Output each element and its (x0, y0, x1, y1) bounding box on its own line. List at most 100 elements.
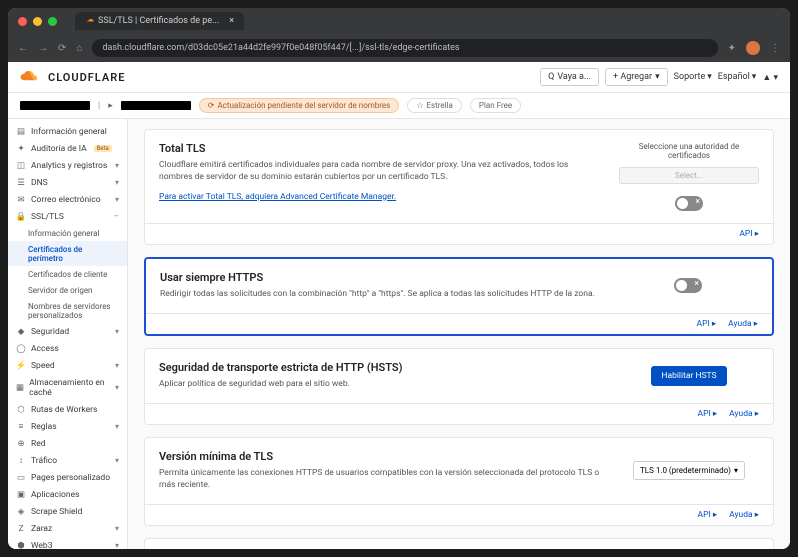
sidebar-item-workers[interactable]: ⬡ Rutas de Workers (8, 401, 127, 418)
sidebar-item-label: Access (31, 344, 59, 354)
plan-pill: Plan Free (470, 98, 521, 113)
profile-avatar[interactable] (746, 41, 760, 55)
extensions-icon[interactable]: ✦ (728, 43, 736, 54)
api-link[interactable]: API ▸ (698, 510, 718, 520)
sidebar-item-apps[interactable]: ▣Aplicaciones (8, 486, 127, 503)
star-button[interactable]: ☆ Estrella (407, 98, 462, 113)
info-icon: ▤ (16, 127, 26, 137)
sidebar-item-zaraz[interactable]: ZZaraz▾ (8, 520, 127, 537)
total-tls-toggle[interactable]: × (675, 196, 703, 211)
maximize-window[interactable] (48, 17, 57, 26)
card-total-tls: Total TLS Cloudflare emitirá certificado… (144, 129, 774, 245)
always-https-toggle[interactable]: × (674, 278, 702, 293)
sidebar-item-label: SSL/TLS (31, 212, 64, 222)
card-opportunistic: Cifrado oportunista El cifrado oportunis… (144, 538, 774, 549)
close-tab-icon[interactable]: × (229, 16, 234, 26)
min-tls-select[interactable]: TLS 1.0 (predeterminado) ▾ (633, 461, 745, 480)
cloud-icon (20, 70, 42, 84)
traffic-icon: ↕ (16, 456, 26, 466)
cert-authority-select[interactable]: Select... (619, 167, 759, 184)
enable-hsts-button[interactable]: Habilitar HSTS (651, 366, 726, 386)
cloudflare-favicon (85, 17, 94, 26)
sidebar-item-traffic[interactable]: ↕Tráfico▾ (8, 452, 127, 469)
sidebar-item-info[interactable]: ▤ Información general (8, 123, 127, 140)
card-hsts: Seguridad de transporte estricta de HTTP… (144, 348, 774, 425)
sidebar-item-access[interactable]: ◯ Access (8, 340, 127, 357)
close-window[interactable] (18, 17, 27, 26)
sidebar-item-label: Reglas (31, 422, 57, 432)
card-title: Versión mínima de TLS (159, 450, 603, 463)
sidebar-item-pages[interactable]: ▭Pages personalizado (8, 469, 127, 486)
sidebar-item-cache[interactable]: ▦Almacenamiento en caché▾ (8, 374, 127, 401)
acm-link[interactable]: Para activar Total TLS, adquiera Advance… (159, 192, 396, 202)
help-link[interactable]: Ayuda ▸ (728, 319, 758, 329)
sidebar-sub-item[interactable]: Información general (8, 225, 127, 241)
pages-icon: ▭ (16, 473, 26, 483)
zaraz-icon: Z (16, 524, 26, 534)
card-title: Total TLS (159, 142, 603, 155)
forward-icon[interactable]: → (38, 43, 48, 54)
sidebar-item-shield[interactable]: ◆Seguridad▾ (8, 323, 127, 340)
breadcrumb: | ▸ ⟳ Actualización pendiente del servid… (8, 93, 790, 119)
goto-button[interactable]: QVaya a... (540, 68, 599, 86)
sidebar-item-label: Analytics y registros (31, 161, 107, 171)
sidebar-item-label: Tráfico (31, 456, 57, 466)
sidebar-item-label: Rutas de Workers (31, 405, 97, 415)
sidebar-sub-item[interactable]: Nombres de servidores personalizados (8, 298, 127, 323)
mail-icon: ✉ (16, 195, 26, 205)
cloudflare-logo[interactable]: CLOUDFLARE (20, 70, 125, 84)
api-link[interactable]: API ▸ (739, 229, 759, 239)
sidebar-sub-item[interactable]: Certificados de cliente (8, 266, 127, 282)
sidebar-item-ai[interactable]: ✦Auditoría de IABeta (8, 140, 127, 157)
user-menu[interactable]: ▲ ▾ (762, 72, 778, 83)
sidebar-item-lock[interactable]: 🔒SSL/TLS– (8, 208, 127, 225)
sidebar-item-mail[interactable]: ✉Correo electrónico▾ (8, 191, 127, 208)
speed-icon: ⚡ (16, 361, 26, 371)
sidebar-item-web3[interactable]: ⬢Web3▾ (8, 537, 127, 549)
reload-icon[interactable]: ⟳ (58, 43, 66, 54)
menu-icon[interactable]: ⋮ (770, 43, 780, 54)
sidebar-item-dns[interactable]: ☰DNS▾ (8, 174, 127, 191)
card-desc: Cloudflare emitirá certificados individu… (159, 160, 603, 184)
content-area: Total TLS Cloudflare emitirá certificado… (128, 119, 790, 549)
add-button[interactable]: + Agregar▾ (605, 68, 668, 86)
support-link[interactable]: Soporte▾ (674, 72, 712, 82)
cert-authority-label: Seleccione una autoridad de certificados (619, 142, 759, 160)
language-link[interactable]: Español▾ (718, 72, 757, 82)
sidebar-item-label: Zaraz (31, 524, 52, 534)
sidebar-sub-item[interactable]: Servidor de origen (8, 282, 127, 298)
card-desc: Redirigir todas las solicitudes con la c… (160, 289, 602, 301)
api-link[interactable]: API ▸ (697, 319, 717, 329)
sidebar-item-rules[interactable]: ≡Reglas▾ (8, 418, 127, 435)
sidebar-sub-item[interactable]: Certificados de perímetro (8, 241, 127, 266)
lock-icon: 🔒 (16, 212, 26, 222)
window-titlebar: SSL/TLS | Certificados de pe... × (8, 8, 790, 34)
back-icon[interactable]: ← (18, 43, 28, 54)
minimize-window[interactable] (33, 17, 42, 26)
browser-tab[interactable]: SSL/TLS | Certificados de pe... × (75, 12, 244, 30)
help-link[interactable]: Ayuda ▸ (729, 510, 759, 520)
chart-icon: ◫ (16, 161, 26, 171)
url-field[interactable]: dash.cloudflare.com/d03dc05e21a44d2fe997… (92, 39, 717, 57)
address-bar: ← → ⟳ ⌂ dash.cloudflare.com/d03dc05e21a4… (8, 34, 790, 62)
sidebar-item-label: DNS (31, 178, 48, 188)
apps-icon: ▣ (16, 490, 26, 500)
web3-icon: ⬢ (16, 541, 26, 550)
sidebar-item-label: Información general (31, 127, 107, 137)
sidebar-item-net[interactable]: ⊕Red (8, 435, 127, 452)
sidebar-item-speed[interactable]: ⚡Speed▾ (8, 357, 127, 374)
account-redacted (20, 101, 90, 110)
sidebar-item-scrape[interactable]: ◈Scrape Shield (8, 503, 127, 520)
cache-icon: ▦ (16, 383, 24, 393)
sidebar-item-label: Correo electrónico (31, 195, 101, 205)
sidebar-item-label: Web3 (31, 541, 52, 550)
app-header: CLOUDFLARE QVaya a... + Agregar▾ Soporte… (8, 62, 790, 93)
help-link[interactable]: Ayuda ▸ (729, 409, 759, 419)
workers-icon: ⬡ (16, 405, 26, 415)
access-icon: ◯ (16, 344, 26, 354)
api-link[interactable]: API ▸ (698, 409, 718, 419)
sidebar-item-label: Almacenamiento en caché (29, 378, 110, 398)
rules-icon: ≡ (16, 422, 26, 432)
home-icon[interactable]: ⌂ (76, 43, 82, 54)
sidebar-item-chart[interactable]: ◫Analytics y registros▾ (8, 157, 127, 174)
